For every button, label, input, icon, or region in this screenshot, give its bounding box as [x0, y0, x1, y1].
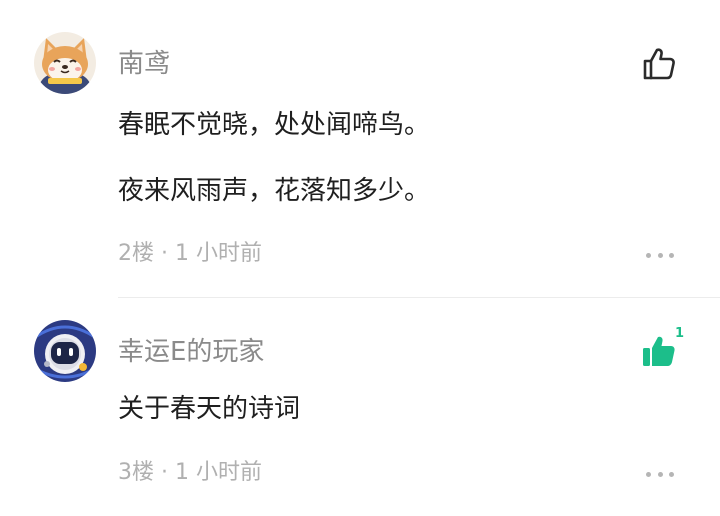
avatar[interactable] — [34, 320, 96, 382]
comment-item: 南鸢 春眠不觉晓，处处闻啼鸟。 夜来风雨声，花落知多少。 2楼 · 1 小时前 — [0, 0, 720, 298]
like-count: 1 — [675, 326, 685, 341]
more-options-icon[interactable] — [646, 469, 674, 479]
thumbs-up-outline-icon — [643, 48, 675, 80]
username[interactable]: 南鸢 — [118, 47, 170, 81]
comment-text-line: 春眠不觉晓，处处闻啼鸟。 — [118, 110, 431, 140]
robot-avatar-icon — [34, 320, 96, 382]
comment-text-line: 关于春天的诗词 — [118, 394, 301, 424]
thumbs-up-filled-icon — [643, 336, 675, 366]
shiba-dog-avatar-icon — [34, 32, 96, 94]
comment-text-line: 夜来风雨声，花落知多少。 — [118, 176, 431, 206]
comment-meta: 3楼 · 1 小时前 — [118, 460, 262, 485]
comment-meta: 2楼 · 1 小时前 — [118, 241, 262, 266]
avatar[interactable] — [34, 32, 96, 94]
like-button[interactable] — [640, 332, 678, 370]
comment-item: 幸运E的玩家 1 关于春天的诗词 3楼 · 1 小时前 — [0, 298, 720, 516]
username[interactable]: 幸运E的玩家 — [118, 335, 264, 369]
like-button[interactable] — [640, 45, 678, 83]
more-options-icon[interactable] — [646, 250, 674, 260]
